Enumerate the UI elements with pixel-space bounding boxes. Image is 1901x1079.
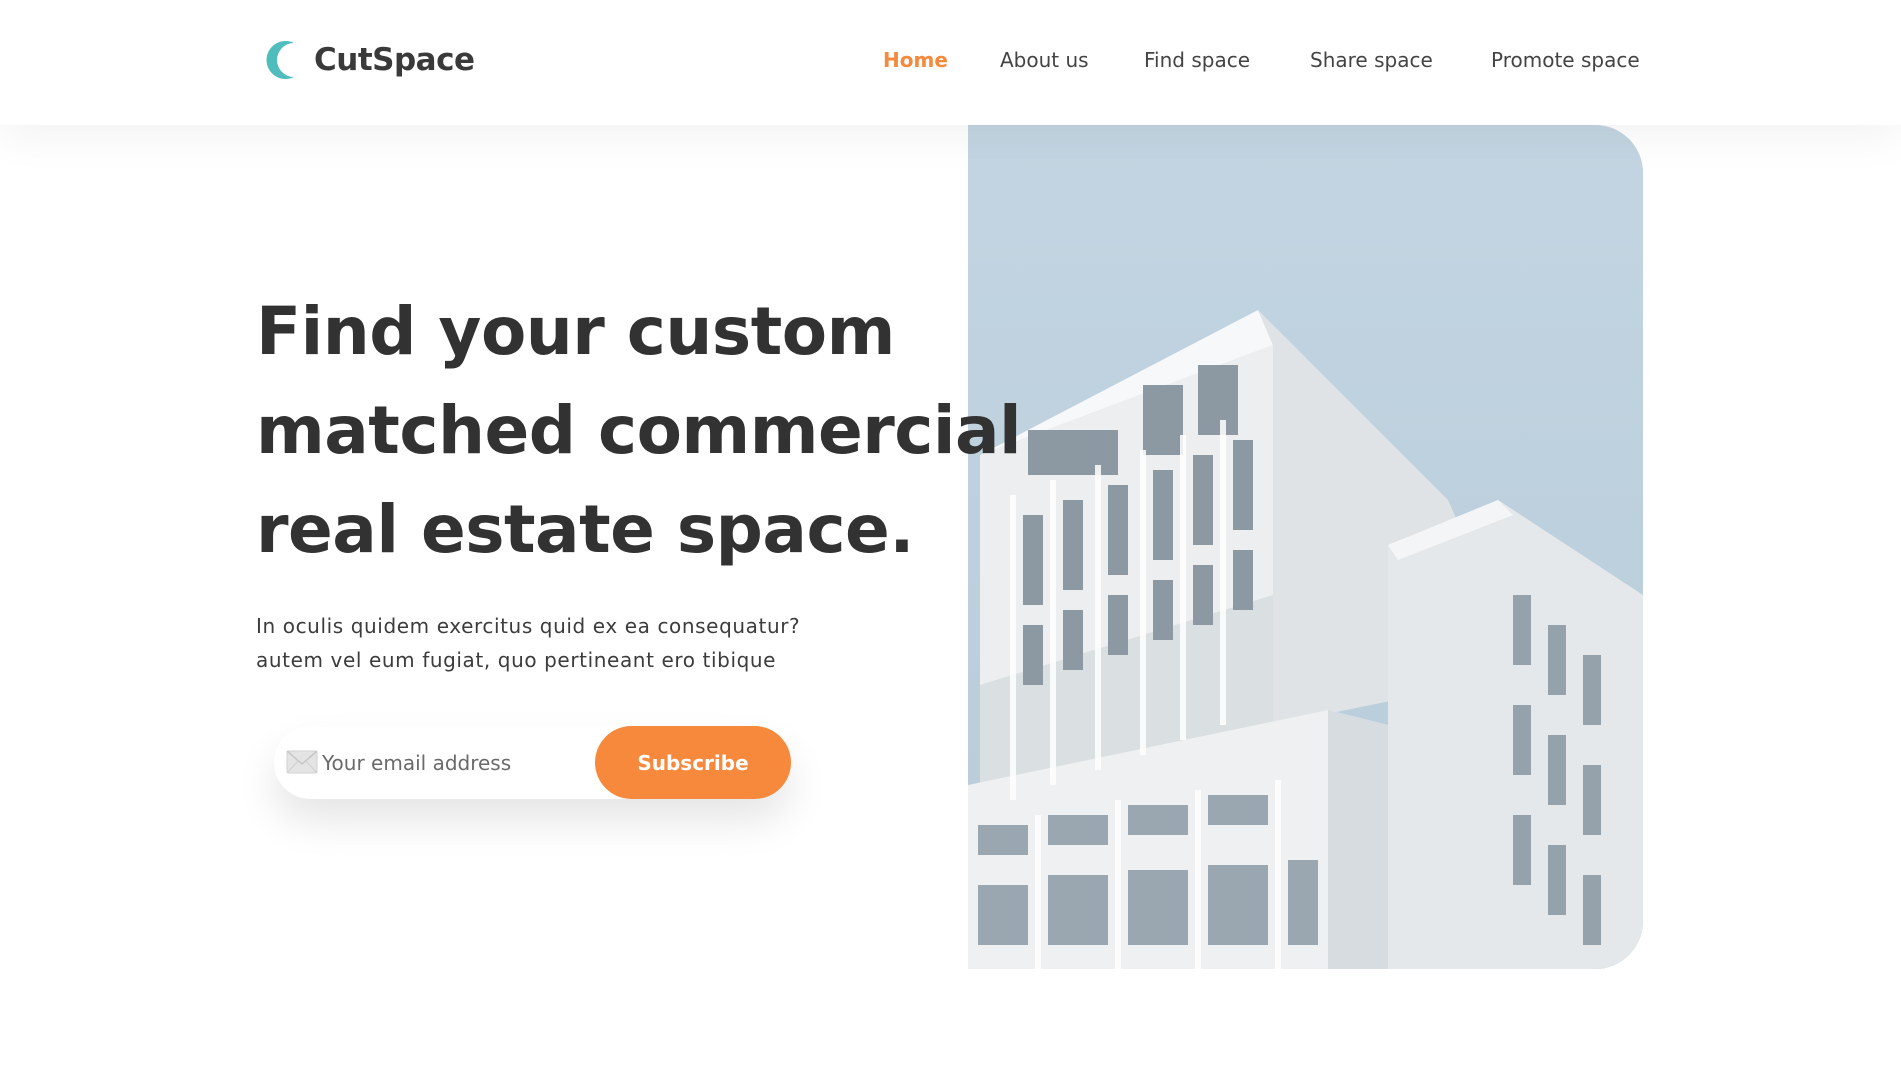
nav-home[interactable]: Home (883, 48, 948, 72)
subscribe-button[interactable]: Subscribe (595, 726, 791, 799)
building-illustration (968, 125, 1643, 969)
headline-line-2: matched commercial (256, 392, 1022, 469)
subscribe-form: Subscribe (274, 726, 791, 799)
subtext-line-1: In oculis quidem exercitus quid ex ea co… (256, 614, 801, 638)
main-nav: Home About us Find space Share space Pro… (0, 48, 1901, 78)
mail-icon (286, 750, 318, 774)
landing-page: CutSpace Home About us Find space Share … (0, 0, 1901, 1079)
nav-find-space[interactable]: Find space (1144, 48, 1250, 72)
nav-share-space[interactable]: Share space (1310, 48, 1433, 72)
hero-headline: Find your custom matched commercial real… (256, 282, 1056, 579)
hero-subtext: In oculis quidem exercitus quid ex ea co… (256, 609, 876, 677)
nav-promote-space[interactable]: Promote space (1491, 48, 1640, 72)
email-input[interactable] (322, 726, 592, 799)
site-header: CutSpace Home About us Find space Share … (0, 0, 1901, 125)
subtext-line-2: autem vel eum fugiat, quo pertineant ero… (256, 648, 777, 672)
hero-building-image (968, 125, 1643, 969)
headline-line-1: Find your custom (256, 293, 895, 370)
headline-line-3: real estate space. (256, 491, 914, 568)
nav-about-us[interactable]: About us (1000, 48, 1089, 72)
